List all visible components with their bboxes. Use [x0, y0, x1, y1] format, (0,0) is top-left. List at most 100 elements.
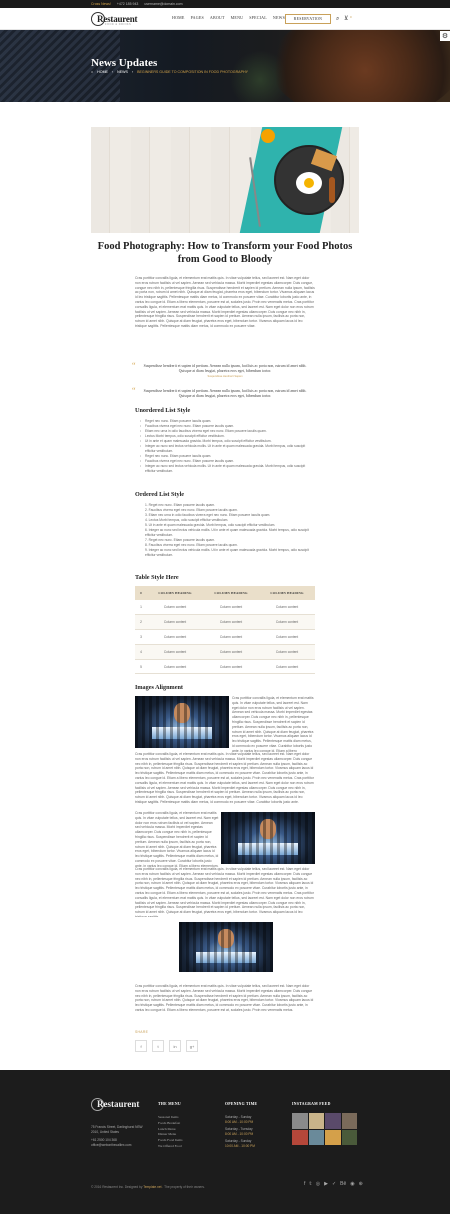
breadcrumb-sep: ›: [111, 70, 114, 74]
table-cell: Column content: [259, 644, 315, 660]
footer-menu-link[interactable]: Foods Breakfast: [158, 1121, 183, 1127]
search-icon[interactable]: ⌕: [336, 16, 339, 22]
topbar-email[interactable]: username@domain.com: [144, 2, 182, 6]
table-header-cell: #: [135, 586, 147, 600]
quote-2-text: Suspendisse hendrerit et sapien id preti…: [143, 389, 307, 398]
table-row: 5 Column content Column content Column cont…: [135, 659, 315, 675]
blockquote-2: “ Suspendisse hendrerit et sapien id pre…: [132, 387, 310, 399]
nav-menu[interactable]: MENU: [231, 15, 244, 20]
table-cell: Column content: [259, 614, 315, 631]
breadcrumb-news[interactable]: NEWS: [117, 70, 128, 74]
list-item: 6. Integer ac nunc sed lectus vehicula m…: [145, 528, 309, 537]
post-title: Food Photography: How to Transform your …: [97, 241, 353, 265]
dribbble-icon[interactable]: ◉: [350, 1181, 354, 1187]
table-row: 4 Column content Column content Column cont…: [135, 644, 315, 660]
image-bars: [135, 696, 229, 748]
top-info-bar: Cross News! +472 185 943 username@domain…: [0, 0, 450, 8]
list-item: 9. Integer ac nunc sed lectus vehicula m…: [145, 548, 309, 557]
vine-icon[interactable]: ✓: [332, 1181, 336, 1187]
footer-menu-list: Seasonal Items Foods Breakfast Lunch Men…: [158, 1115, 183, 1150]
table-cell: Column content: [203, 614, 259, 631]
nav-news[interactable]: NEWS: [273, 15, 285, 20]
instagram-icon[interactable]: ◎: [316, 1181, 320, 1187]
footer-logo[interactable]: Restaurent: [91, 1098, 143, 1112]
table-header-cell: COLUMN HEADING: [147, 586, 203, 600]
breadcrumb: ⌂ HOME › NEWS › BEGINNERS GUIDE TO COMPO…: [91, 70, 248, 74]
instagram-thumb[interactable]: [325, 1113, 341, 1129]
hours-time: 8:00 AM - 10:00 PM: [225, 1131, 254, 1136]
hours-days: Saturday - Sunday: [225, 1139, 252, 1144]
youtube-icon[interactable]: ▶: [324, 1181, 328, 1187]
table-cell: Column content: [147, 644, 203, 660]
googleplus-share-icon[interactable]: g+: [186, 1040, 198, 1052]
unordered-list-heading: Unordered List Style: [135, 407, 191, 414]
table-header-cell: COLUMN HEADING: [259, 586, 315, 600]
nav-pages[interactable]: PAGES: [191, 15, 204, 20]
main-nav: HOME PAGES ABOUT MENU SPECIAL NEWS: [172, 15, 285, 20]
linkedin-share-icon[interactable]: in: [169, 1040, 181, 1052]
twitter-share-icon[interactable]: t: [152, 1040, 164, 1052]
quote-open-icon: “: [132, 361, 136, 370]
table-header-cell: COLUMN HEADING: [203, 586, 259, 600]
settings-gear-icon[interactable]: ⚙: [440, 31, 450, 41]
footer-social-icons: f 𝕥 ◎ ▶ ✓ Bē ◉ ⊕: [304, 1181, 363, 1187]
hours-time: 10:00 AM - 10:00 PM: [225, 1143, 255, 1148]
center-aligned-image: [179, 922, 273, 972]
table-cell: 3: [135, 629, 147, 645]
footer-contact: 75 Francis Street, Darlinghurst NSW 2010…: [91, 1125, 151, 1148]
table-cell: Column content: [147, 629, 203, 645]
facebook-share-icon[interactable]: f: [135, 1040, 147, 1052]
site-logo[interactable]: Restaurent FOOD & DRINKS: [91, 12, 143, 26]
ordered-list: 1. Reget nec nunc. Etiam posuere iaculis…: [140, 503, 315, 558]
breadcrumb-home-icon: ⌂: [91, 70, 94, 74]
table-cell: 5: [135, 659, 147, 675]
instagram-thumb[interactable]: [308, 1129, 324, 1145]
nav-special[interactable]: SPECIAL: [249, 15, 267, 20]
list-item: Integer ac nunc sed lectus vehicula moll…: [140, 464, 315, 474]
copyright-text: © 2016 Restaurent Inc. Designed by: [91, 1185, 143, 1189]
instagram-thumb[interactable]: [308, 1113, 324, 1129]
table-cell: Column content: [203, 659, 259, 675]
share-buttons: f t in g+: [135, 1040, 198, 1052]
instagram-feed: [292, 1113, 358, 1145]
footer-hours-heading: OPENING TIME: [225, 1102, 258, 1106]
nav-about[interactable]: ABOUT: [210, 15, 225, 20]
table-cell: Column content: [147, 659, 203, 675]
globe-icon[interactable]: ⊕: [359, 1181, 363, 1187]
breadcrumb-home[interactable]: HOME: [97, 70, 108, 74]
align-text-full-2: Cras porttitor convallis ligula, et elem…: [135, 867, 314, 917]
table-heading: Table Style Here: [135, 574, 179, 581]
table-row: 1 Column content Column content Column cont…: [135, 600, 315, 616]
table-cell: 1: [135, 600, 147, 616]
quote-open-icon: “: [132, 386, 136, 395]
footer-email[interactable]: office@webonthecalliex.com: [91, 1143, 151, 1148]
copyright-link[interactable]: Template.net: [143, 1185, 161, 1189]
twitter-icon[interactable]: 𝕥: [309, 1181, 311, 1187]
content-table: # COLUMN HEADING COLUMN HEADING COLUMN H…: [135, 586, 315, 675]
nav-home[interactable]: HOME: [172, 15, 185, 20]
site-header: Restaurent FOOD & DRINKS HOME PAGES ABOU…: [0, 8, 450, 30]
table-cell: Column content: [147, 614, 203, 631]
table-cell: Column content: [259, 659, 315, 675]
instagram-thumb[interactable]: [325, 1129, 341, 1145]
table-cell: Column content: [259, 629, 315, 645]
yolk-shape: [304, 178, 314, 188]
cart-icon[interactable]: ⊻: [344, 16, 348, 22]
footer-menu-link[interactable]: We Offered Food: [158, 1144, 183, 1150]
instagram-thumb[interactable]: [341, 1129, 357, 1145]
instagram-thumb[interactable]: [292, 1129, 308, 1145]
topbar-phone[interactable]: +472 185 943: [117, 2, 139, 6]
footer-hours: Saturday - Sunday 8:00 AM - 10:00 PM Sat…: [225, 1115, 255, 1152]
facebook-icon[interactable]: f: [304, 1181, 305, 1187]
align-text-full: Cras porttitor convallis ligula, et elem…: [135, 752, 314, 804]
copyright-suffix: . The property of their owners.: [162, 1185, 205, 1189]
behance-icon[interactable]: Bē: [340, 1181, 346, 1187]
hours-days: Saturday - Sunday: [225, 1115, 252, 1119]
instagram-thumb[interactable]: [292, 1113, 308, 1129]
reservation-button[interactable]: RESERVATION: [285, 14, 331, 24]
page-title: News Updates: [91, 57, 158, 69]
table-cell: 4: [135, 644, 147, 660]
align-text-left-col: Cras porttitor convallis ligula, et elem…: [135, 811, 219, 867]
logo-tagline: FOOD & DRINKS: [105, 23, 132, 26]
instagram-thumb[interactable]: [341, 1113, 357, 1129]
